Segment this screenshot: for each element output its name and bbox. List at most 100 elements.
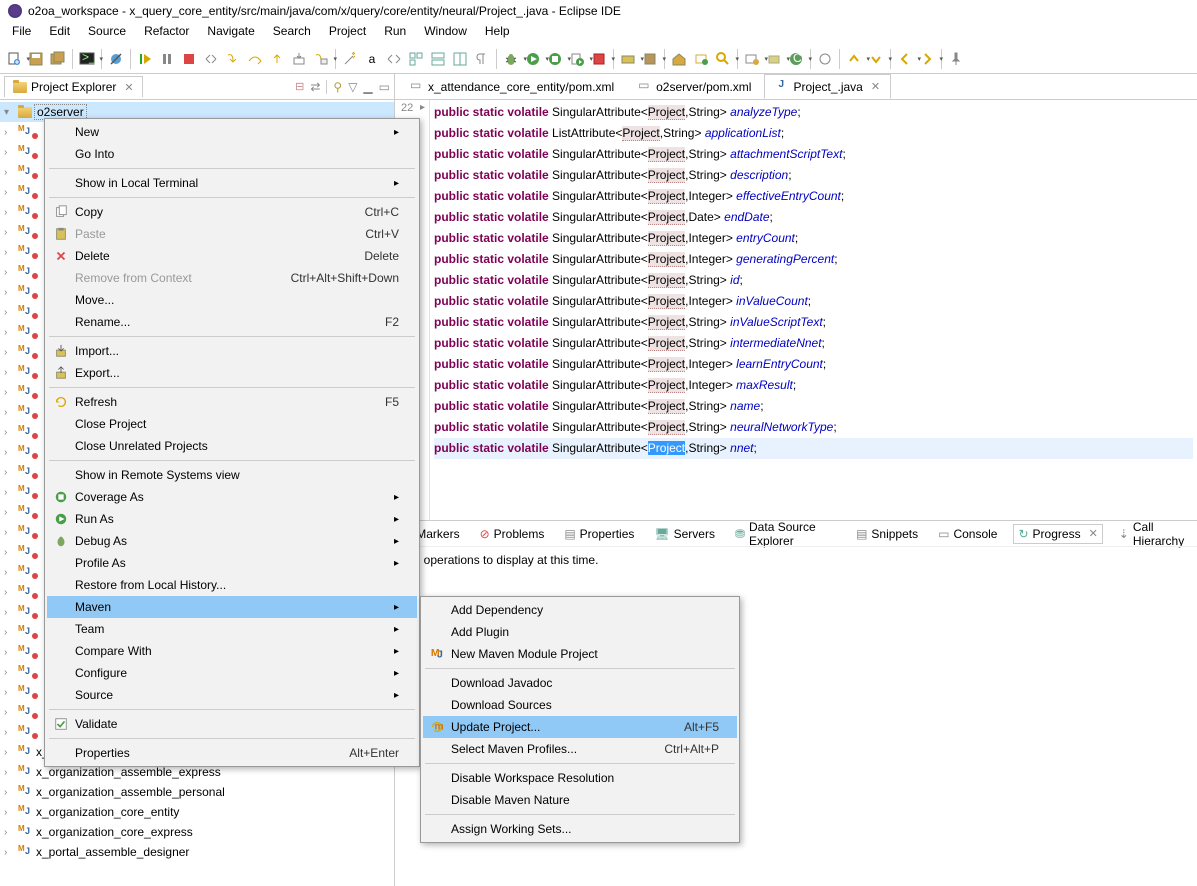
back-button[interactable] [895, 49, 915, 69]
new-java-project-button[interactable] [742, 49, 762, 69]
context-menu[interactable]: New▸Go Into Show in Local Terminal▸ CopyCt… [44, 118, 420, 767]
menu-item-import-[interactable]: Import... [47, 340, 417, 362]
type-button-a[interactable]: a [362, 49, 382, 69]
disconnect-button[interactable] [201, 49, 221, 69]
tree-item[interactable]: ›x_organization_core_express [0, 822, 394, 842]
tab-call-hierarchy[interactable]: ⇣Call Hierarchy [1115, 518, 1193, 550]
menu-item-show-in-remote-systems-view[interactable]: Show in Remote Systems view [47, 464, 417, 486]
project-explorer-tab[interactable]: Project Explorer ✕ [4, 76, 143, 97]
menu-item-close-project[interactable]: Close Project [47, 413, 417, 435]
suspend-button[interactable] [157, 49, 177, 69]
menu-help[interactable]: Help [477, 22, 518, 44]
close-icon[interactable]: ✕ [124, 81, 133, 94]
menu-item-properties[interactable]: PropertiesAlt+Enter [47, 742, 417, 764]
menu-item-assign-working-sets-[interactable]: Assign Working Sets... [423, 818, 737, 840]
save-all-button[interactable] [48, 49, 68, 69]
new-package-button[interactable] [640, 49, 660, 69]
step-over-button[interactable] [245, 49, 265, 69]
menu-item-maven[interactable]: Maven▸ [47, 596, 417, 618]
new-button[interactable] [4, 49, 24, 69]
menu-edit[interactable]: Edit [41, 22, 78, 44]
menu-item-coverage-as[interactable]: Coverage As▸ [47, 486, 417, 508]
menu-item-compare-with[interactable]: Compare With▸ [47, 640, 417, 662]
menu-item-restore-from-local-history-[interactable]: Restore from Local History... [47, 574, 417, 596]
terminate-button[interactable] [179, 49, 199, 69]
tab-dse[interactable]: ⛃Data Source Explorer [731, 518, 840, 550]
tree-item[interactable]: ›x_portal_assemble_designer [0, 842, 394, 862]
menu-item-profile-as[interactable]: Profile As▸ [47, 552, 417, 574]
focus-icon[interactable]: ⚲ [333, 80, 342, 94]
menu-item-new-maven-module-project[interactable]: MJNew Maven Module Project [423, 643, 737, 665]
menu-item-new[interactable]: New▸ [47, 121, 417, 143]
editor-tab[interactable]: o2server/pom.xml [627, 74, 762, 99]
search-button[interactable] [713, 49, 733, 69]
code-area[interactable]: public static volatile SingularAttribute… [430, 100, 1197, 520]
layout-button-2[interactable] [428, 49, 448, 69]
menu-file[interactable]: File [4, 22, 39, 44]
menu-item-go-into[interactable]: Go Into [47, 143, 417, 165]
minimize-icon[interactable]: ▁ [363, 80, 372, 94]
menu-window[interactable]: Window [416, 22, 475, 44]
run-button[interactable] [523, 49, 543, 69]
menu-item-remove-from-context[interactable]: Remove from ContextCtrl+Alt+Shift+Down [47, 267, 417, 289]
external-tools-button[interactable] [589, 49, 609, 69]
menu-item-debug-as[interactable]: Debug As▸ [47, 530, 417, 552]
terminal-button[interactable]: >_ [77, 49, 97, 69]
resume-button[interactable] [135, 49, 155, 69]
menu-item-close-unrelated-projects[interactable]: Close Unrelated Projects [47, 435, 417, 457]
maven-submenu[interactable]: Add DependencyAdd PluginMJNew Maven Modu… [420, 596, 740, 843]
skip-breakpoints-button[interactable] [106, 49, 126, 69]
debug-button[interactable] [501, 49, 521, 69]
paragraph-button[interactable] [472, 49, 492, 69]
menu-item-source[interactable]: Source▸ [47, 684, 417, 706]
maximize-icon[interactable]: ▭ [379, 80, 390, 94]
menu-item-configure[interactable]: Configure▸ [47, 662, 417, 684]
menu-item-update-project-[interactable]: mUpdate Project...Alt+F5 [423, 716, 737, 738]
editor-tab-active[interactable]: Project_.java✕ [764, 74, 891, 99]
menu-navigate[interactable]: Navigate [199, 22, 262, 44]
menu-item-validate[interactable]: Validate [47, 713, 417, 735]
menu-item-delete[interactable]: DeleteDelete [47, 245, 417, 267]
pin-button[interactable] [946, 49, 966, 69]
drop-frame-button[interactable] [289, 49, 309, 69]
menu-item-export-[interactable]: Export... [47, 362, 417, 384]
run-last-button[interactable] [567, 49, 587, 69]
editor-content[interactable]: ▸ 22 public static volatile SingularAttr… [395, 100, 1197, 520]
open-type-button[interactable] [669, 49, 689, 69]
menu-item-paste[interactable]: PasteCtrl+V [47, 223, 417, 245]
tab-servers[interactable]: 🖥Servers [650, 525, 719, 543]
save-button[interactable] [26, 49, 46, 69]
menu-item-refresh[interactable]: RefreshF5 [47, 391, 417, 413]
menu-search[interactable]: Search [265, 22, 319, 44]
use-step-filters-button[interactable] [311, 49, 331, 69]
editor-tab[interactable]: x_attendance_core_entity/pom.xml [399, 74, 625, 99]
menu-item-move-[interactable]: Move... [47, 289, 417, 311]
layout-button-1[interactable] [406, 49, 426, 69]
menu-item-add-dependency[interactable]: Add Dependency [423, 599, 737, 621]
close-icon[interactable]: ✕ [1089, 527, 1098, 540]
menu-item-show-in-local-terminal[interactable]: Show in Local Terminal▸ [47, 172, 417, 194]
menu-source[interactable]: Source [80, 22, 134, 44]
type-button-tag[interactable] [384, 49, 404, 69]
tab-progress[interactable]: ↻Progress✕ [1013, 524, 1102, 544]
collapse-all-icon[interactable]: ⊟ [295, 80, 304, 94]
menu-item-disable-workspace-resolution[interactable]: Disable Workspace Resolution [423, 767, 737, 789]
link-editor-icon[interactable]: ⇄ [310, 80, 320, 94]
forward-button[interactable] [917, 49, 937, 69]
view-menu-icon[interactable]: ▽ [348, 80, 357, 94]
next-annotation-button[interactable] [866, 49, 886, 69]
open-task-button[interactable] [691, 49, 711, 69]
menu-item-disable-maven-nature[interactable]: Disable Maven Nature [423, 789, 737, 811]
menu-item-copy[interactable]: CopyCtrl+C [47, 201, 417, 223]
new-java-class-button[interactable]: C [786, 49, 806, 69]
new-java-package-button[interactable] [764, 49, 784, 69]
menu-item-rename-[interactable]: Rename...F2 [47, 311, 417, 333]
new-server-button[interactable] [618, 49, 638, 69]
close-icon[interactable]: ✕ [871, 80, 880, 93]
coverage-button[interactable] [545, 49, 565, 69]
tree-item[interactable]: ›x_organization_core_entity [0, 802, 394, 822]
menu-item-team[interactable]: Team▸ [47, 618, 417, 640]
menu-project[interactable]: Project [321, 22, 374, 44]
prev-annotation-button[interactable] [844, 49, 864, 69]
menu-run[interactable]: Run [376, 22, 414, 44]
